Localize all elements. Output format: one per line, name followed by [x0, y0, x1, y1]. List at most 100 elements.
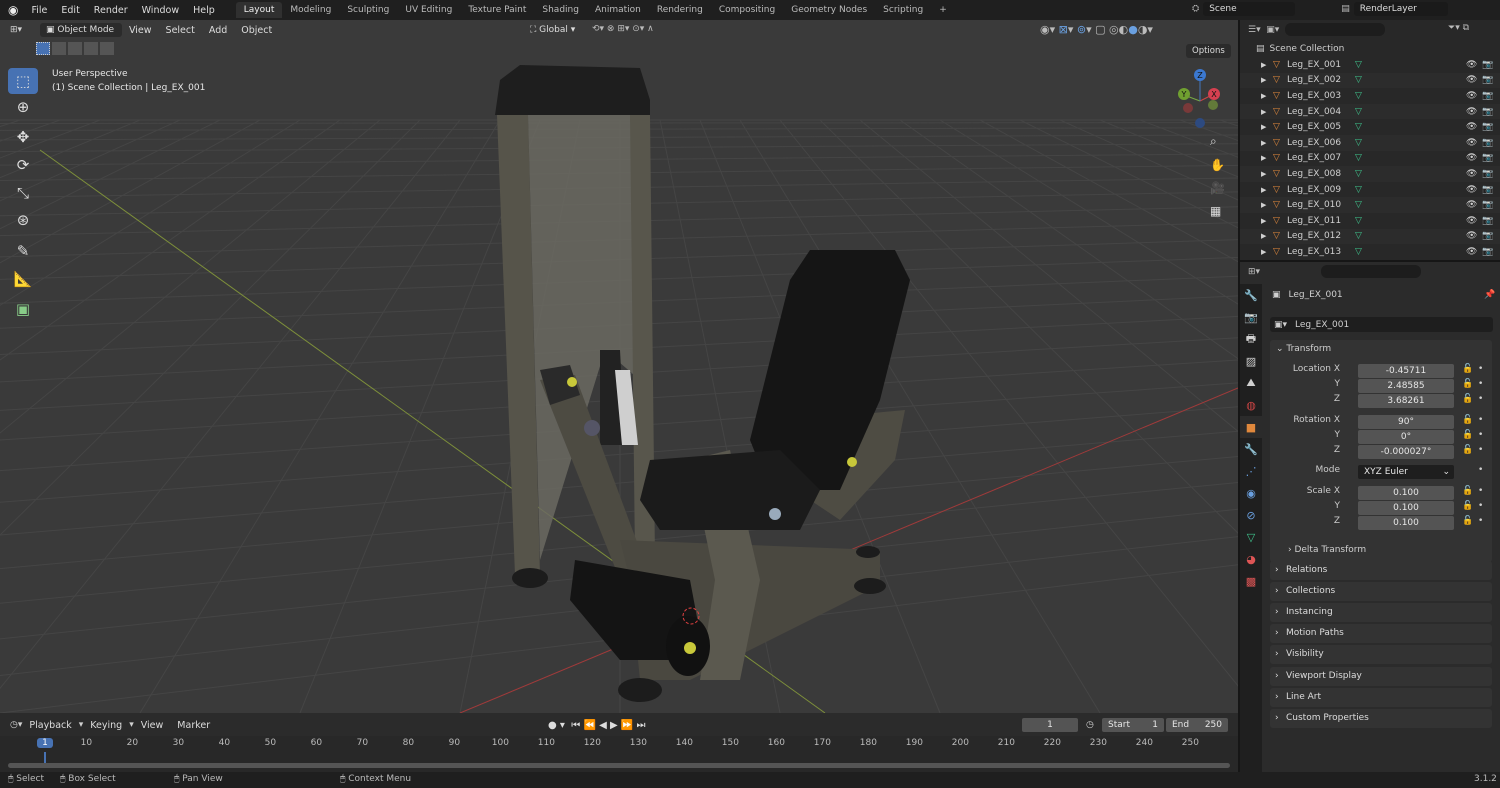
outliner-item[interactable]: ▶ ▽ Leg_EX_006 ▽ 👁 📷 — [1240, 135, 1500, 151]
expand-arrow-icon[interactable]: ▶ — [1261, 186, 1273, 194]
panel-motion-paths[interactable]: › Motion Paths — [1270, 624, 1492, 644]
render-camera-icon[interactable]: 📷 — [1482, 122, 1493, 132]
rotation-x-field[interactable]: 90° — [1358, 415, 1454, 429]
visibility-eye-icon[interactable]: 👁 — [1466, 247, 1477, 257]
view-layer-tab-icon[interactable]: ▨ — [1240, 350, 1262, 372]
visibility-eye-icon[interactable]: 👁 — [1466, 107, 1477, 117]
lock-icon[interactable]: 🔓 — [1462, 379, 1473, 389]
expand-arrow-icon[interactable]: ▶ — [1261, 170, 1273, 178]
datablock-name-field[interactable]: Leg_EX_001 — [1295, 320, 1349, 330]
expand-arrow-icon[interactable]: ▶ — [1261, 108, 1273, 116]
scale-z-field[interactable]: 0.100 — [1358, 516, 1454, 530]
lock-icon[interactable]: 🔓 — [1462, 501, 1473, 511]
rotate-tool[interactable]: ⟳ — [8, 152, 38, 178]
select-intersect-icon[interactable] — [100, 42, 114, 55]
outliner-item-label[interactable]: Leg_EX_012 — [1287, 231, 1355, 241]
outliner-item-label[interactable]: Leg_EX_011 — [1287, 216, 1355, 226]
lock-icon[interactable]: 🔓 — [1462, 364, 1473, 374]
visibility-gizmo-overlay-icons[interactable]: ◉▾ ⊠▾ ⊚▾ ▢ ◎◐●◑▾ — [1040, 23, 1153, 36]
tab-geometry-nodes[interactable]: Geometry Nodes — [783, 2, 875, 18]
expand-arrow-icon[interactable]: ▶ — [1261, 92, 1273, 100]
lock-icon[interactable]: 🔓 — [1462, 516, 1473, 526]
expand-arrow-icon[interactable]: ▶ — [1261, 232, 1273, 240]
outliner-item[interactable]: ▶ ▽ Leg_EX_005 ▽ 👁 📷 — [1240, 119, 1500, 135]
render-camera-icon[interactable]: 📷 — [1482, 153, 1493, 163]
rotation-mode-select[interactable]: XYZ Euler ⌄ — [1358, 465, 1454, 479]
visibility-eye-icon[interactable]: 👁 — [1466, 91, 1477, 101]
current-frame-field[interactable]: 1 — [1022, 718, 1078, 732]
playback-controls[interactable]: ● ▾ ⏮ ⏪ ◀ ▶ ⏩ ⏭ — [548, 720, 645, 731]
outliner-item-label[interactable]: Leg_EX_008 — [1287, 169, 1355, 179]
navigation-gizmo[interactable]: Z X Y — [1168, 65, 1232, 135]
menu-file[interactable]: File — [24, 5, 54, 16]
select-box-tool[interactable]: ⬚ — [8, 68, 38, 94]
editor-type-icon[interactable]: ⊞▾ — [10, 25, 34, 35]
outliner-item[interactable]: ▶ ▽ Leg_EX_012 ▽ 👁 📷 — [1240, 228, 1500, 245]
tab-scripting[interactable]: Scripting — [875, 2, 931, 18]
material-tab-icon[interactable]: ◕ — [1240, 548, 1262, 570]
lock-icon[interactable]: 🔓 — [1462, 394, 1473, 404]
rotation-z-field[interactable]: -0.000027° — [1358, 445, 1454, 459]
outliner-item-label[interactable]: Leg_EX_013 — [1287, 247, 1355, 257]
outliner-item-label[interactable]: Leg_EX_006 — [1287, 138, 1355, 148]
render-tab-icon[interactable]: 📷 — [1240, 306, 1262, 328]
outliner-item-label[interactable]: Leg_EX_003 — [1287, 91, 1355, 101]
location-z-field[interactable]: 3.68261 — [1358, 394, 1454, 408]
panel-relations[interactable]: › Relations — [1270, 561, 1492, 580]
menu-render[interactable]: Render — [87, 5, 135, 16]
panel-line-art[interactable]: › Line Art — [1270, 687, 1492, 707]
keyframe-dot-icon[interactable]: • — [1478, 430, 1483, 440]
outliner-search-input[interactable] — [1285, 23, 1386, 36]
visibility-eye-icon[interactable]: 👁 — [1466, 231, 1477, 241]
panel-collections[interactable]: › Collections — [1270, 582, 1492, 602]
timeline-menu-keying[interactable]: Keying — [83, 720, 129, 731]
visibility-eye-icon[interactable]: 👁 — [1466, 122, 1477, 132]
modifier-tab-icon[interactable]: 🔧 — [1240, 438, 1262, 460]
options-button[interactable]: Options — [1186, 44, 1231, 58]
select-invert-icon[interactable] — [84, 42, 98, 55]
lock-icon[interactable]: 🔓 — [1462, 445, 1473, 455]
render-camera-icon[interactable]: 📷 — [1482, 216, 1493, 226]
outliner-item-label[interactable]: Leg_EX_010 — [1287, 200, 1355, 210]
render-camera-icon[interactable]: 📷 — [1482, 169, 1493, 179]
expand-arrow-icon[interactable]: ▶ — [1261, 154, 1273, 162]
transform-panel-header[interactable]: ⌄ Transform — [1276, 344, 1331, 354]
render-camera-icon[interactable]: 📷 — [1482, 107, 1493, 117]
pan-hand-icon[interactable]: ✋ — [1210, 158, 1225, 172]
keyframe-dot-icon[interactable]: • — [1478, 364, 1483, 374]
tool-tab-icon[interactable]: 🔧 — [1240, 284, 1262, 306]
annotate-tool[interactable]: ✎ — [8, 238, 38, 264]
outliner-item[interactable]: ▶ ▽ Leg_EX_002 ▽ 👁 📷 — [1240, 72, 1500, 89]
outliner-item[interactable]: ▶ ▽ Leg_EX_013 ▽ 👁 📷 — [1240, 244, 1500, 260]
panel-viewport-display[interactable]: › Viewport Display — [1270, 666, 1492, 686]
constraints-tab-icon[interactable]: ⊘ — [1240, 504, 1262, 526]
add-workspace-button[interactable]: + — [931, 2, 955, 18]
timeline-menu-marker[interactable]: Marker — [170, 720, 217, 731]
move-tool[interactable]: ✥ — [8, 124, 38, 150]
outliner-item-label[interactable]: Leg_EX_007 — [1287, 153, 1355, 163]
panel-instancing[interactable]: › Instancing — [1270, 603, 1492, 623]
rotation-y-field[interactable]: 0° — [1358, 430, 1454, 444]
outliner-item[interactable]: ▶ ▽ Leg_EX_007 ▽ 👁 📷 — [1240, 151, 1500, 167]
visibility-eye-icon[interactable]: 👁 — [1466, 169, 1477, 179]
outliner-item-label[interactable]: Leg_EX_002 — [1287, 75, 1355, 85]
viewport-menu-view[interactable]: View — [122, 25, 159, 36]
keyframe-dot-icon[interactable]: • — [1478, 516, 1483, 526]
output-tab-icon[interactable]: 🖶 — [1240, 328, 1262, 350]
timeline-ruler[interactable]: 1 10 20 30 40 50 60 70 80 90 100 110 120 130 140 150 160… — [0, 736, 1238, 772]
menu-window[interactable]: Window — [135, 5, 186, 16]
tab-texture-paint[interactable]: Texture Paint — [460, 2, 534, 18]
expand-arrow-icon[interactable]: ▶ — [1261, 201, 1273, 209]
clock-icon[interactable]: ◷ — [1086, 720, 1094, 730]
outliner-item-label[interactable]: Leg_EX_005 — [1287, 122, 1355, 132]
render-camera-icon[interactable]: 📷 — [1482, 138, 1493, 148]
tab-compositing[interactable]: Compositing — [711, 2, 783, 18]
outliner-item-label[interactable]: Leg_EX_009 — [1287, 185, 1355, 195]
render-camera-icon[interactable]: 📷 — [1482, 185, 1493, 195]
keyframe-dot-icon[interactable]: • — [1478, 379, 1483, 389]
render-camera-icon[interactable]: 📷 — [1482, 60, 1493, 70]
keyframe-dot-icon[interactable]: • — [1478, 415, 1483, 425]
expand-arrow-icon[interactable]: ▶ — [1261, 217, 1273, 225]
tab-modeling[interactable]: Modeling — [282, 2, 339, 18]
datablock-type-icon[interactable]: ▣▾ — [1274, 320, 1287, 330]
